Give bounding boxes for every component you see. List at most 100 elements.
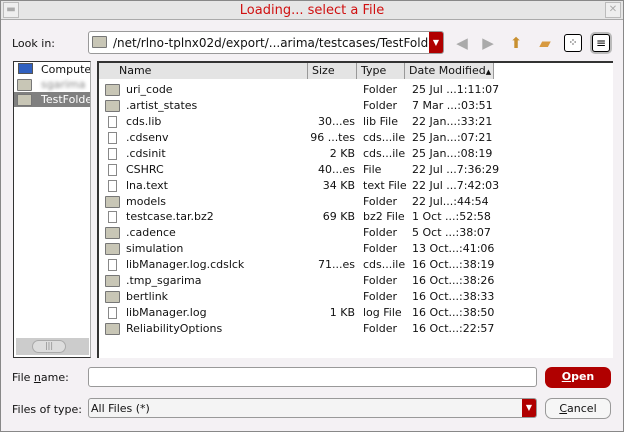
file-type-value: All Files (*): [91, 402, 150, 415]
file-name: models: [126, 194, 166, 208]
window-title: Loading... select a File: [239, 3, 385, 18]
file-row[interactable]: .tmp_sgarima Folder 16 Oct...:38:26: [99, 273, 509, 289]
file-icon: [108, 259, 117, 272]
places-sidebar: Computer sgarima TestFolder |||: [13, 61, 91, 358]
file-icon: [108, 147, 117, 160]
up-folder-icon[interactable]: ⬆: [507, 34, 525, 52]
file-row[interactable]: simulation Folder 13 Oct...:41:06: [99, 241, 509, 257]
file-row[interactable]: .artist_states Folder 7 Mar ...:03:51: [99, 98, 509, 114]
forward-arrow-icon[interactable]: ▶: [479, 34, 497, 52]
sidebar-item-computer[interactable]: Computer: [14, 62, 90, 77]
new-folder-icon[interactable]: ▰: [536, 34, 554, 52]
file-icon: [108, 179, 117, 192]
folder-icon: [105, 227, 120, 240]
close-button[interactable]: ✕: [605, 2, 621, 18]
cancel-button[interactable]: Cancel: [545, 398, 611, 419]
file-name: .cadence: [126, 226, 176, 240]
file-name: .cdsenv: [126, 130, 169, 144]
file-type: cds...ile: [363, 258, 406, 272]
file-date: 22 Jul...:44:54: [412, 194, 489, 208]
file-date: 16 Oct...:38:50: [412, 306, 495, 320]
chevron-down-icon[interactable]: ▼: [429, 32, 443, 53]
file-row[interactable]: cds.lib 30...es lib File 22 Jan...:33:21: [99, 114, 509, 130]
file-type: Folder: [363, 98, 397, 112]
list-view-icon[interactable]: ⁘: [564, 34, 582, 52]
back-arrow-icon[interactable]: ◀: [453, 34, 471, 52]
file-row[interactable]: ReliabilityOptions Folder 16 Oct...:22:57: [99, 321, 509, 337]
file-size: 40...es: [318, 162, 355, 176]
folder-icon: [105, 291, 120, 304]
file-size: 1 KB: [329, 306, 355, 320]
file-dialog: ▬ Loading... select a File ✕ Look in: /n…: [0, 0, 624, 432]
sidebar-item-home[interactable]: sgarima: [14, 77, 90, 92]
folder-icon: [17, 94, 32, 106]
file-name: .cdsinit: [126, 146, 166, 160]
details-view-icon[interactable]: ≡: [592, 34, 610, 52]
file-type: Folder: [363, 321, 397, 335]
file-date: 13 Oct...:41:06: [412, 242, 495, 256]
file-date: 5 Oct ...:38:07: [412, 226, 491, 240]
look-in-combo[interactable]: /net/rlno-tplnx02d/export/...arima/testc…: [88, 31, 444, 54]
chevron-down-icon[interactable]: ▼: [522, 399, 536, 417]
file-name: testcase.tar.bz2: [126, 210, 214, 224]
column-header-type[interactable]: Type: [357, 63, 405, 79]
file-list: Name Size Type Date Modified▲ uri_code Fo…: [97, 61, 613, 358]
sort-ascending-icon: ▲: [485, 68, 492, 76]
file-row[interactable]: models Folder 22 Jul...:44:54: [99, 194, 509, 210]
column-header-size[interactable]: Size: [308, 63, 357, 79]
file-size: 69 KB: [322, 210, 355, 224]
file-row[interactable]: .cadence Folder 5 Oct ...:38:07: [99, 225, 509, 241]
file-row[interactable]: bertlink Folder 16 Oct...:38:33: [99, 289, 509, 305]
file-date: 16 Oct...:38:19: [412, 258, 495, 272]
file-date: 16 Oct...:38:33: [412, 290, 495, 304]
file-row[interactable]: libManager.log.cdslck 71...es cds...ile 16 …: [99, 257, 509, 273]
file-size: 30...es: [318, 114, 355, 128]
scrollbar-thumb[interactable]: |||: [32, 340, 66, 353]
file-type: cds...ile: [363, 146, 406, 160]
file-type-label: Files of type:: [12, 403, 83, 416]
file-date: 16 Oct...:38:26: [412, 274, 495, 288]
open-button[interactable]: Open: [545, 367, 611, 388]
file-name: simulation: [126, 242, 184, 256]
file-row[interactable]: .cdsenv 96 ...tes cds...ile 25 Jan...:07:21: [99, 130, 509, 146]
sidebar-item-testfolder[interactable]: TestFolder: [14, 92, 90, 107]
computer-icon: [18, 63, 33, 74]
file-icon: [108, 163, 117, 176]
file-date: 25 Jul ...1:11:07: [412, 83, 500, 96]
file-row[interactable]: uri_code Folder 25 Jul ...1:11:07: [99, 82, 509, 98]
file-row[interactable]: .cdsinit 2 KB cds...ile 25 Jan...:08:19: [99, 146, 509, 162]
file-name-input[interactable]: [88, 367, 537, 387]
file-type: cds...ile: [363, 130, 406, 144]
file-row[interactable]: testcase.tar.bz2 69 KB bz2 File 1 Oct ...:5…: [99, 209, 509, 225]
file-name: lna.text: [126, 178, 168, 192]
folder-icon: [92, 36, 107, 48]
file-date: 25 Jan...:07:21: [412, 130, 493, 144]
file-icon: [108, 211, 117, 224]
column-header-date[interactable]: Date Modified▲: [405, 63, 494, 79]
file-row[interactable]: lna.text 34 KB text File 22 Jul ...7:42:03: [99, 178, 509, 194]
file-type: Folder: [363, 194, 397, 208]
file-size: 96 ...tes: [310, 130, 355, 144]
file-date: 7 Mar ...:03:51: [412, 98, 493, 112]
file-name-label: File name:: [12, 371, 69, 384]
look-in-path: /net/rlno-tplnx02d/export/...arima/testc…: [113, 36, 441, 50]
file-name: libManager.log.cdslck: [126, 258, 245, 272]
folder-icon: [105, 275, 120, 288]
folder-icon: [105, 84, 120, 96]
file-date: 1 Oct ...:52:58: [412, 210, 491, 224]
folder-icon: [105, 322, 120, 335]
file-type: Folder: [363, 274, 397, 288]
look-in-label: Look in:: [12, 37, 55, 50]
horizontal-scrollbar[interactable]: |||: [16, 338, 89, 355]
file-type: File: [363, 162, 382, 176]
file-icon: [108, 131, 117, 144]
column-header-name[interactable]: Name: [99, 63, 308, 79]
file-name: bertlink: [126, 290, 169, 304]
home-folder-icon: [17, 79, 32, 91]
file-size: 34 KB: [322, 178, 355, 192]
file-name: ReliabilityOptions: [126, 321, 223, 335]
file-row[interactable]: libManager.log 1 KB log File 16 Oct...:38:5…: [99, 305, 509, 321]
file-row[interactable]: CSHRC 40...es File 22 Jul ...7:36:29: [99, 162, 509, 178]
file-name: libManager.log: [126, 306, 207, 320]
file-type-combo[interactable]: All Files (*) ▼: [88, 398, 537, 418]
